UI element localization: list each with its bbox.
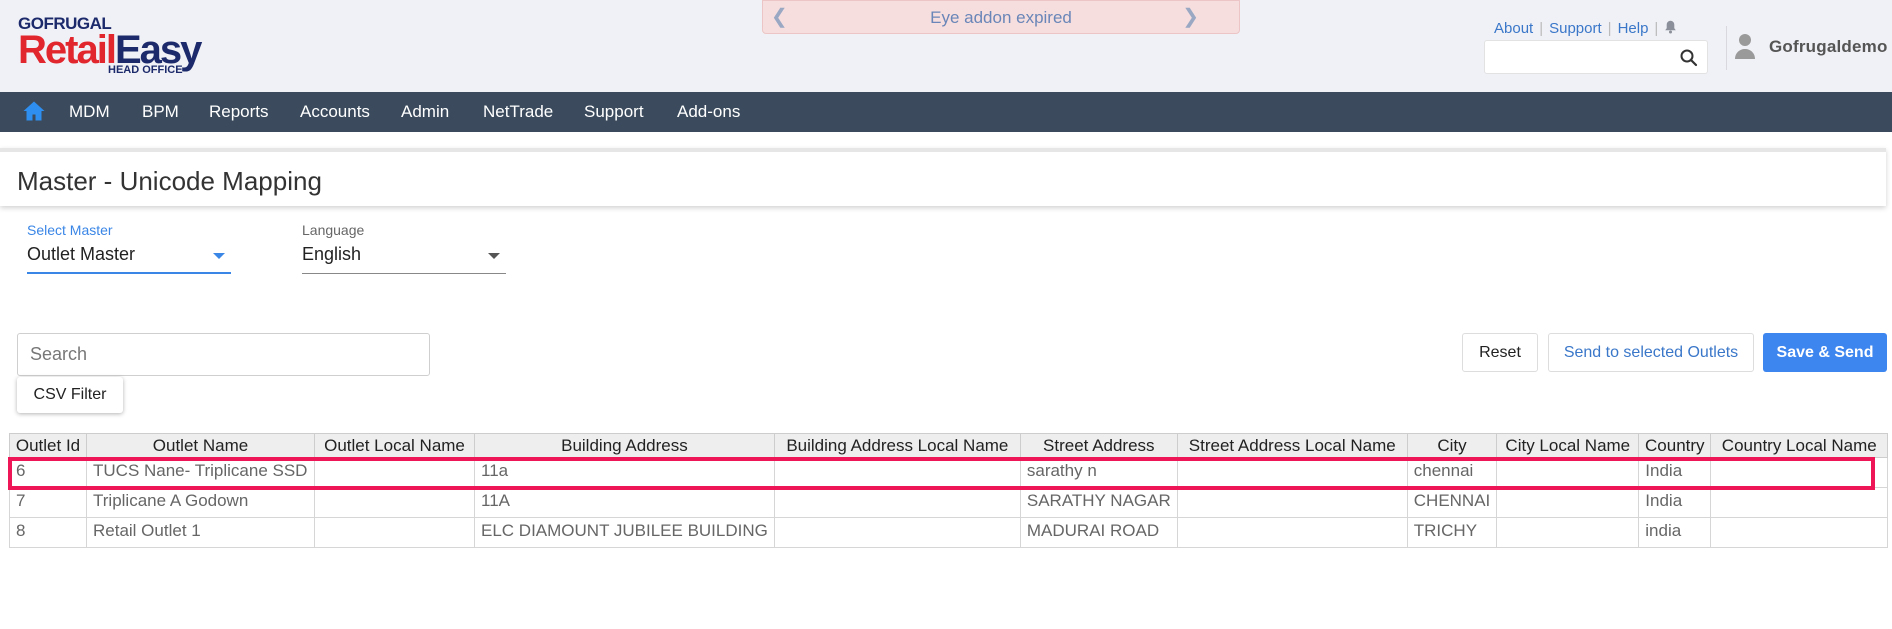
table-cell-editable[interactable] bbox=[1710, 457, 1889, 488]
csv-filter-button[interactable]: CSV Filter bbox=[17, 377, 123, 413]
nav-support[interactable]: Support bbox=[584, 102, 644, 122]
send-to-selected-outlets-button[interactable]: Send to selected Outlets bbox=[1548, 333, 1754, 372]
table-cell: india bbox=[1638, 517, 1712, 548]
top-links: About | Support | Help | bbox=[1494, 20, 1677, 37]
page-title: Master - Unicode Mapping bbox=[17, 166, 322, 196]
column-header[interactable]: Street Address Local Name bbox=[1176, 433, 1408, 458]
table-cell: 11A bbox=[474, 487, 775, 518]
bell-icon[interactable] bbox=[1664, 20, 1677, 34]
table-cell-editable[interactable] bbox=[1496, 487, 1640, 518]
table-cell-editable[interactable] bbox=[773, 517, 1021, 548]
nav-admin[interactable]: Admin bbox=[401, 102, 449, 122]
table-cell: Retail Outlet 1 bbox=[86, 517, 315, 548]
language-value: English bbox=[302, 244, 362, 264]
table-cell-editable[interactable] bbox=[1176, 517, 1408, 548]
reset-button[interactable]: Reset bbox=[1462, 333, 1538, 372]
banner-next-icon[interactable]: ❯ bbox=[1182, 4, 1199, 29]
table-cell: TUCS Nane- Triplicane SSD bbox=[86, 457, 315, 488]
table-cell: sarathy n bbox=[1019, 457, 1178, 488]
column-header[interactable]: Country bbox=[1638, 433, 1712, 458]
table-cell: ELC DIAMOUNT JUBILEE BUILDING bbox=[474, 517, 775, 548]
table-cell-editable[interactable] bbox=[1710, 517, 1889, 548]
table-cell: India bbox=[1638, 487, 1712, 518]
table-cell-editable[interactable] bbox=[1710, 487, 1889, 518]
home-icon[interactable] bbox=[22, 99, 46, 123]
column-header[interactable]: Building Address bbox=[474, 433, 775, 458]
table-search-input[interactable] bbox=[17, 333, 430, 376]
main-navbar: MDM BPM Reports Accounts Admin NetTrade … bbox=[0, 92, 1892, 132]
select-master-dropdown[interactable]: Select Master Outlet Master bbox=[27, 222, 231, 274]
table-cell-editable[interactable] bbox=[314, 517, 475, 548]
about-link[interactable]: About bbox=[1494, 20, 1533, 37]
table-cell: MADURAI ROAD bbox=[1019, 517, 1178, 548]
column-header[interactable]: Outlet Local Name bbox=[314, 433, 475, 458]
nav-bpm[interactable]: BPM bbox=[142, 102, 179, 122]
nav-addons[interactable]: Add-ons bbox=[677, 102, 740, 122]
table-cell: 6 bbox=[9, 457, 87, 488]
column-header[interactable]: City bbox=[1406, 433, 1498, 458]
table-cell-editable[interactable] bbox=[314, 457, 475, 488]
table-cell: 8 bbox=[9, 517, 87, 548]
table-cell-editable[interactable] bbox=[773, 487, 1021, 518]
column-header[interactable]: Outlet Name bbox=[86, 433, 315, 458]
column-header[interactable]: City Local Name bbox=[1496, 433, 1640, 458]
table-cell-editable[interactable] bbox=[1176, 487, 1408, 518]
column-header[interactable]: Building Address Local Name bbox=[773, 433, 1021, 458]
table-cell-editable[interactable] bbox=[1176, 457, 1408, 488]
table-cell: 11a bbox=[474, 457, 775, 488]
support-link[interactable]: Support bbox=[1549, 20, 1602, 37]
user-divider bbox=[1726, 26, 1727, 70]
table-cell: chennai bbox=[1406, 457, 1498, 488]
global-search-input[interactable] bbox=[1484, 40, 1708, 74]
retaileasy-logo[interactable]: GOFRUGAL RetailEasy HEAD OFFICE bbox=[18, 14, 202, 76]
nav-accounts[interactable]: Accounts bbox=[300, 102, 370, 122]
user-avatar-icon[interactable] bbox=[1734, 32, 1756, 60]
table-row[interactable]: 7 Triplicane A Godown 11A SARATHY NAGAR … bbox=[9, 487, 1889, 518]
table-header-row: Outlet Id Outlet Name Outlet Local Name … bbox=[9, 433, 1889, 458]
table-cell: CHENNAI bbox=[1406, 487, 1498, 518]
table-cell-editable[interactable] bbox=[773, 457, 1021, 488]
table-cell: TRICHY bbox=[1406, 517, 1498, 548]
column-header[interactable]: Country Local Name bbox=[1710, 433, 1889, 458]
username[interactable]: Gofrugaldemo bbox=[1769, 37, 1888, 57]
select-master-value: Outlet Master bbox=[27, 244, 136, 264]
select-master-label: Select Master bbox=[27, 222, 113, 238]
save-and-send-button[interactable]: Save & Send bbox=[1763, 333, 1887, 372]
top-header: GOFRUGAL RetailEasy HEAD OFFICE ❮ Eye ad… bbox=[0, 0, 1892, 92]
addon-expired-banner: ❮ Eye addon expired ❯ bbox=[762, 0, 1240, 34]
table-cell: Triplicane A Godown bbox=[86, 487, 315, 518]
banner-text: Eye addon expired bbox=[930, 8, 1072, 27]
nav-reports[interactable]: Reports bbox=[209, 102, 269, 122]
table-cell-editable[interactable] bbox=[1496, 457, 1640, 488]
nav-nettrade[interactable]: NetTrade bbox=[483, 102, 553, 122]
unicode-mapping-table: Outlet Id Outlet Name Outlet Local Name … bbox=[9, 433, 1889, 548]
help-link[interactable]: Help bbox=[1618, 20, 1649, 37]
logo-head-office-text: HEAD OFFICE bbox=[108, 64, 183, 76]
table-cell: SARATHY NAGAR bbox=[1019, 487, 1178, 518]
column-header[interactable]: Street Address bbox=[1019, 433, 1178, 458]
table-cell: India bbox=[1638, 457, 1712, 488]
page-title-card: Master - Unicode Mapping bbox=[0, 148, 1886, 206]
column-header[interactable]: Outlet Id bbox=[9, 433, 87, 458]
language-label: Language bbox=[302, 222, 365, 238]
chevron-down-icon bbox=[213, 253, 225, 259]
chevron-down-icon bbox=[488, 253, 500, 259]
table-cell: 7 bbox=[9, 487, 87, 518]
table-cell-editable[interactable] bbox=[314, 487, 475, 518]
table-row[interactable]: 6 TUCS Nane- Triplicane SSD 11a sarathy … bbox=[9, 457, 1889, 488]
table-cell-editable[interactable] bbox=[1496, 517, 1640, 548]
language-dropdown[interactable]: Language English bbox=[302, 222, 506, 274]
table-row[interactable]: 8 Retail Outlet 1 ELC DIAMOUNT JUBILEE B… bbox=[9, 517, 1889, 548]
search-icon[interactable] bbox=[1679, 48, 1699, 68]
logo-retaileasy-text: RetailEasy bbox=[18, 28, 202, 72]
nav-mdm[interactable]: MDM bbox=[69, 102, 110, 122]
